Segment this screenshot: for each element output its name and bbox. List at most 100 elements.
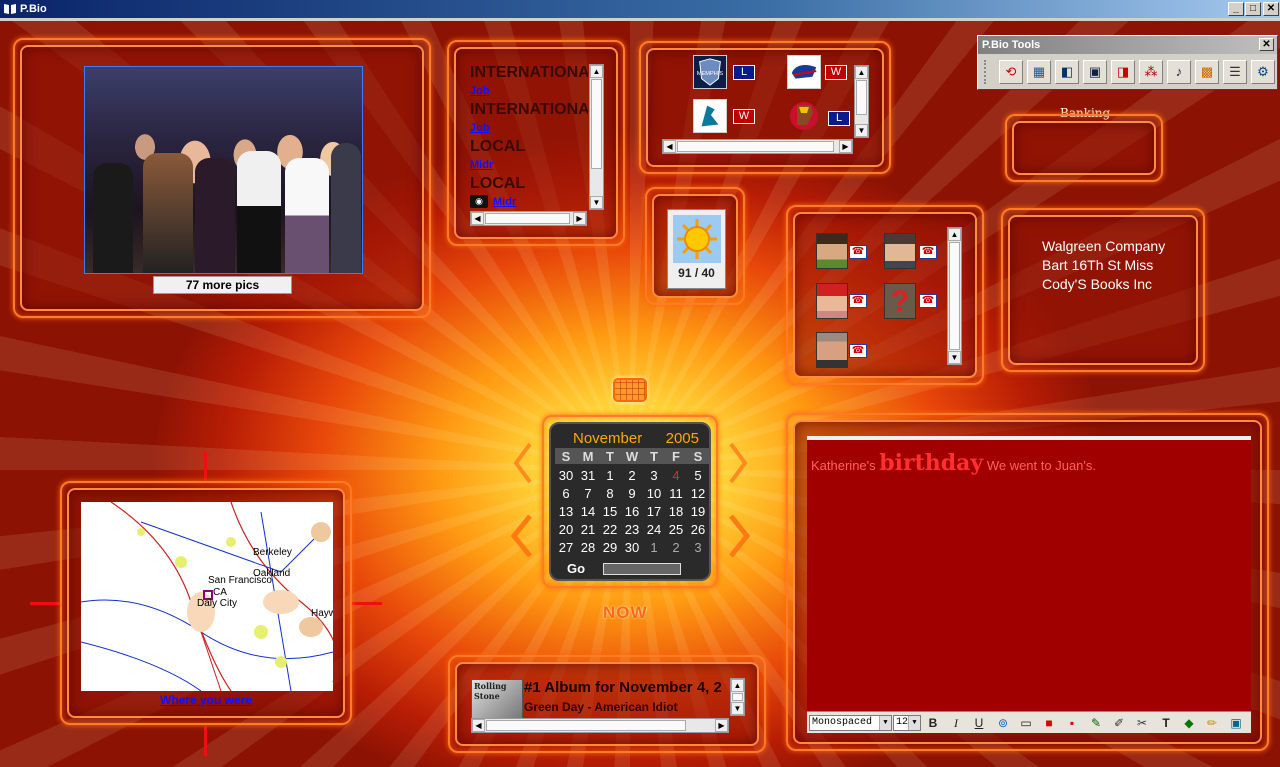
- alert-icon[interactable]: ◨: [1111, 60, 1135, 84]
- sports-horizontal-scrollbar[interactable]: ◀ ▶: [662, 139, 853, 154]
- scroll-thumb[interactable]: [486, 720, 686, 731]
- now-button[interactable]: NOW: [603, 603, 648, 623]
- cut-icon[interactable]: ✂: [1132, 714, 1152, 732]
- calendar-month[interactable]: November: [573, 430, 642, 447]
- news-link[interactable]: Job: [470, 82, 588, 101]
- news-horizontal-scrollbar[interactable]: ◀ ▶: [470, 211, 587, 226]
- gallery-icon[interactable]: ▩: [1195, 60, 1219, 84]
- scroll-left-icon[interactable]: ◀: [472, 719, 485, 732]
- prev-month-arrow-icon[interactable]: [514, 442, 532, 484]
- phone-icon[interactable]: ☎: [849, 294, 867, 308]
- calendar-day[interactable]: 6: [555, 485, 577, 503]
- scroll-thumb[interactable]: [949, 242, 960, 350]
- image-icon[interactable]: ▣: [1226, 714, 1246, 732]
- journal-text[interactable]: Katherine's birthday We went to Juan's.: [811, 450, 1096, 476]
- calendar-day[interactable]: 13: [555, 503, 577, 521]
- contact-avatar[interactable]: [816, 283, 848, 319]
- contact-avatar[interactable]: [884, 233, 916, 269]
- chicago-blackhawks-logo[interactable]: [787, 99, 821, 133]
- bold-button[interactable]: B: [923, 714, 943, 732]
- bay-area-map[interactable]: Berkeley Oakland San Francisco CA Daly C…: [81, 502, 333, 691]
- news-link[interactable]: Job: [470, 119, 588, 138]
- banking-panel[interactable]: [1012, 121, 1156, 175]
- calendar-year[interactable]: 2005: [666, 430, 699, 447]
- calendar-day[interactable]: 24: [643, 521, 665, 539]
- delete-box-icon[interactable]: ▪: [1062, 714, 1082, 732]
- italic-button[interactable]: I: [946, 714, 966, 732]
- calendar-day[interactable]: 3: [687, 539, 709, 557]
- news-link[interactable]: Midr: [493, 193, 516, 210]
- news-link[interactable]: Midr: [470, 156, 588, 175]
- tools-close-button[interactable]: ✕: [1259, 38, 1274, 51]
- calendar-day[interactable]: 31: [577, 467, 599, 485]
- calendar-day[interactable]: 25: [665, 521, 687, 539]
- scroll-right-icon[interactable]: ▶: [715, 719, 728, 732]
- chevron-down-icon[interactable]: ▼: [879, 716, 891, 730]
- frame-icon[interactable]: ▭: [1016, 714, 1036, 732]
- calendar-day[interactable]: 21: [577, 521, 599, 539]
- unknown-contact-icon[interactable]: ?: [884, 283, 916, 319]
- calendar-day[interactable]: 14: [577, 503, 599, 521]
- settings-icon[interactable]: ⚙: [1251, 60, 1275, 84]
- memphis-grizzlies-logo[interactable]: MEMPHIS: [693, 55, 727, 89]
- address-line[interactable]: Walgreen Company: [1042, 237, 1165, 256]
- calendar-day[interactable]: 18: [665, 503, 687, 521]
- calendar-day[interactable]: 9: [621, 485, 643, 503]
- calendar-day[interactable]: 30: [621, 539, 643, 557]
- address-line[interactable]: Bart 16Th St Miss: [1042, 256, 1165, 275]
- scroll-thumb[interactable]: [677, 141, 834, 152]
- font-size-select[interactable]: 12 ▼: [893, 715, 921, 731]
- scroll-thumb[interactable]: [732, 693, 743, 701]
- calendar-day[interactable]: 28: [577, 539, 599, 557]
- calendar-day[interactable]: 29: [599, 539, 621, 557]
- more-pics-button[interactable]: 77 more pics: [153, 276, 292, 294]
- scroll-thumb[interactable]: [856, 80, 867, 115]
- calendar-day[interactable]: 30: [555, 467, 577, 485]
- map-icon[interactable]: ▦: [1027, 60, 1051, 84]
- calendar-day[interactable]: 1: [643, 539, 665, 557]
- go-date-field[interactable]: [603, 563, 681, 575]
- calendar-day-today[interactable]: 4: [665, 467, 687, 485]
- calendar-day[interactable]: 26: [687, 521, 709, 539]
- contact-avatar[interactable]: [816, 332, 848, 368]
- edit-lines-icon[interactable]: ✐: [1109, 714, 1129, 732]
- album-vertical-scrollbar[interactable]: ▲ ▼: [730, 678, 745, 716]
- scroll-right-icon[interactable]: ▶: [573, 212, 586, 225]
- calendar-icon[interactable]: [613, 378, 647, 402]
- tools-window[interactable]: P.Bio Tools ✕ ⟲ ▦ ◧ ▣ ◨ ⁂ ♪ ▩ ☰ ⚙: [977, 35, 1278, 90]
- save-icon[interactable]: ▣: [1083, 60, 1107, 84]
- minimize-button[interactable]: _: [1228, 2, 1244, 16]
- calendar-day[interactable]: 2: [621, 467, 643, 485]
- color-picker-icon[interactable]: ◆: [1179, 714, 1199, 732]
- calendar-day[interactable]: 12: [687, 485, 709, 503]
- phone-icon[interactable]: ☎: [849, 344, 867, 358]
- phone-icon[interactable]: ☎: [919, 245, 937, 259]
- news-icon[interactable]: ☰: [1223, 60, 1247, 84]
- scroll-down-icon[interactable]: ▼: [590, 196, 603, 209]
- album-horizontal-scrollbar[interactable]: ◀ ▶: [471, 718, 729, 733]
- calendar-day[interactable]: 1: [599, 467, 621, 485]
- next-year-arrow-icon[interactable]: [729, 514, 751, 558]
- calendar-day[interactable]: 17: [643, 503, 665, 521]
- scroll-down-icon[interactable]: ▼: [948, 351, 961, 364]
- window-titlebar[interactable]: P.Bio _ □ ✕: [0, 0, 1280, 18]
- contact-avatar[interactable]: [816, 233, 848, 269]
- calendar-day[interactable]: 3: [643, 467, 665, 485]
- scroll-right-icon[interactable]: ▶: [839, 140, 852, 153]
- scroll-thumb[interactable]: [591, 79, 602, 169]
- scroll-up-icon[interactable]: ▲: [731, 679, 744, 692]
- phone-icon[interactable]: ☎: [919, 294, 937, 308]
- prev-year-arrow-icon[interactable]: [510, 514, 532, 558]
- where-you-were-link[interactable]: Where you were: [160, 693, 252, 707]
- buffalo-bills-logo[interactable]: [787, 55, 821, 89]
- network-icon[interactable]: ⁂: [1139, 60, 1163, 84]
- link-icon[interactable]: ⊚: [993, 714, 1013, 732]
- news-vertical-scrollbar[interactable]: ▲ ▼: [589, 64, 604, 210]
- scroll-up-icon[interactable]: ▲: [855, 66, 868, 79]
- calendar-day[interactable]: 2: [665, 539, 687, 557]
- toolbar-grip[interactable]: [984, 60, 988, 84]
- contacts-vertical-scrollbar[interactable]: ▲ ▼: [947, 227, 962, 365]
- scroll-up-icon[interactable]: ▲: [948, 228, 961, 241]
- calendar-day[interactable]: 22: [599, 521, 621, 539]
- scroll-left-icon[interactable]: ◀: [663, 140, 676, 153]
